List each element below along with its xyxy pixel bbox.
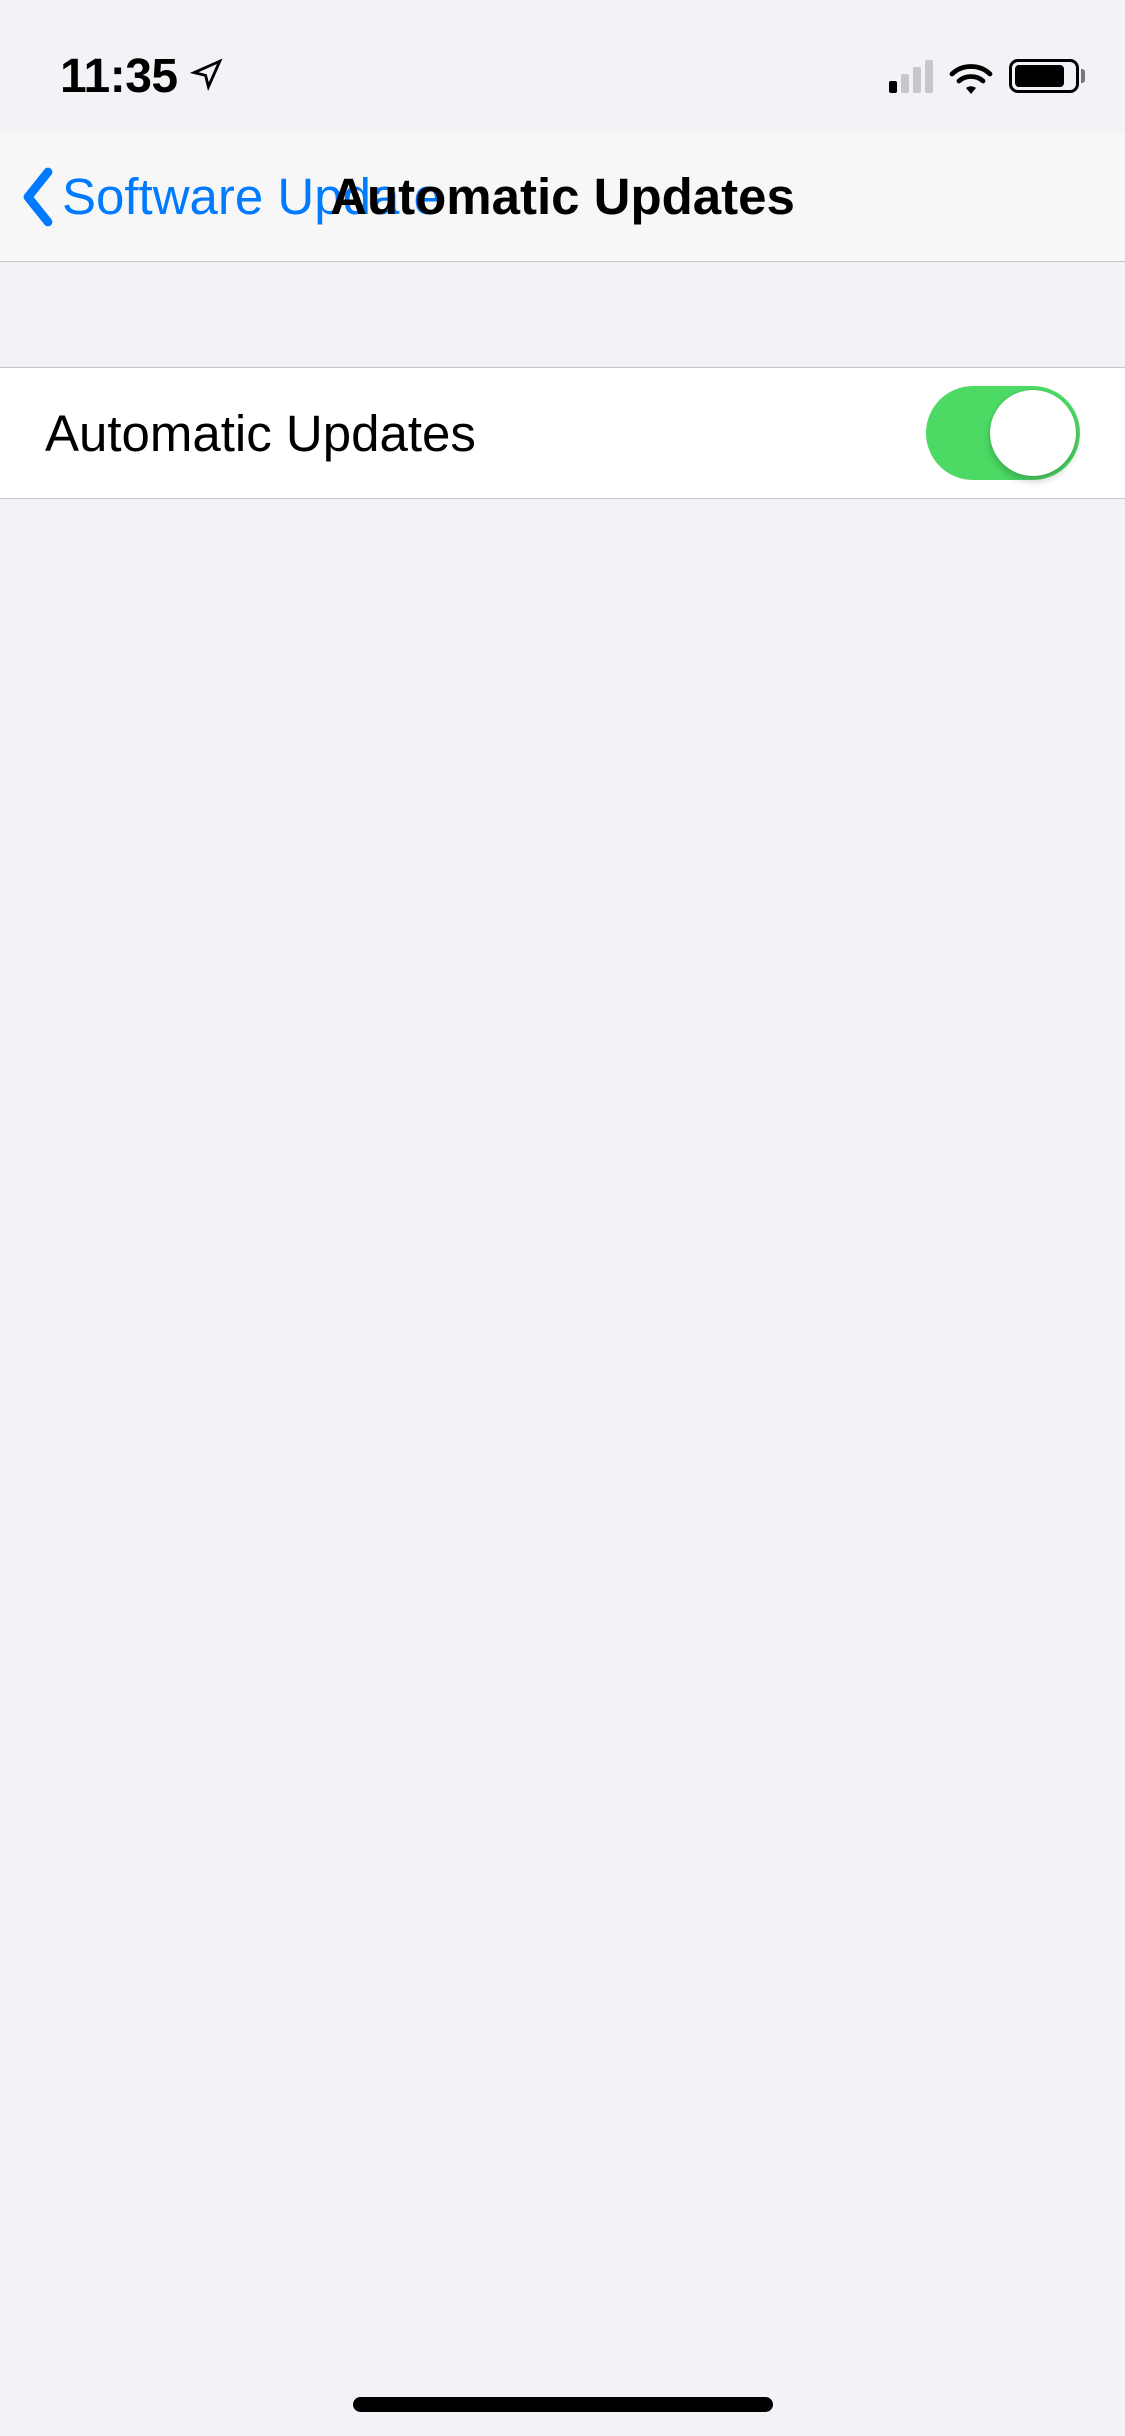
automatic-updates-toggle[interactable] <box>926 386 1080 480</box>
status-bar: 11:35 <box>0 0 1125 132</box>
toggle-knob <box>990 390 1076 476</box>
status-right <box>889 58 1085 94</box>
status-left: 11:35 <box>60 49 224 104</box>
battery-icon <box>1009 59 1085 93</box>
cellular-signal-icon <box>889 59 933 93</box>
nav-header: Software Update Automatic Updates <box>0 132 1125 262</box>
status-time: 11:35 <box>60 49 178 104</box>
home-indicator <box>353 2397 773 2412</box>
chevron-left-icon <box>18 167 58 227</box>
settings-row-label: Automatic Updates <box>45 404 476 463</box>
content: Automatic Updates <box>0 262 1125 499</box>
page-title: Automatic Updates <box>330 167 795 226</box>
wifi-icon <box>947 58 995 94</box>
location-icon <box>190 57 224 96</box>
settings-row-automatic-updates: Automatic Updates <box>0 367 1125 499</box>
